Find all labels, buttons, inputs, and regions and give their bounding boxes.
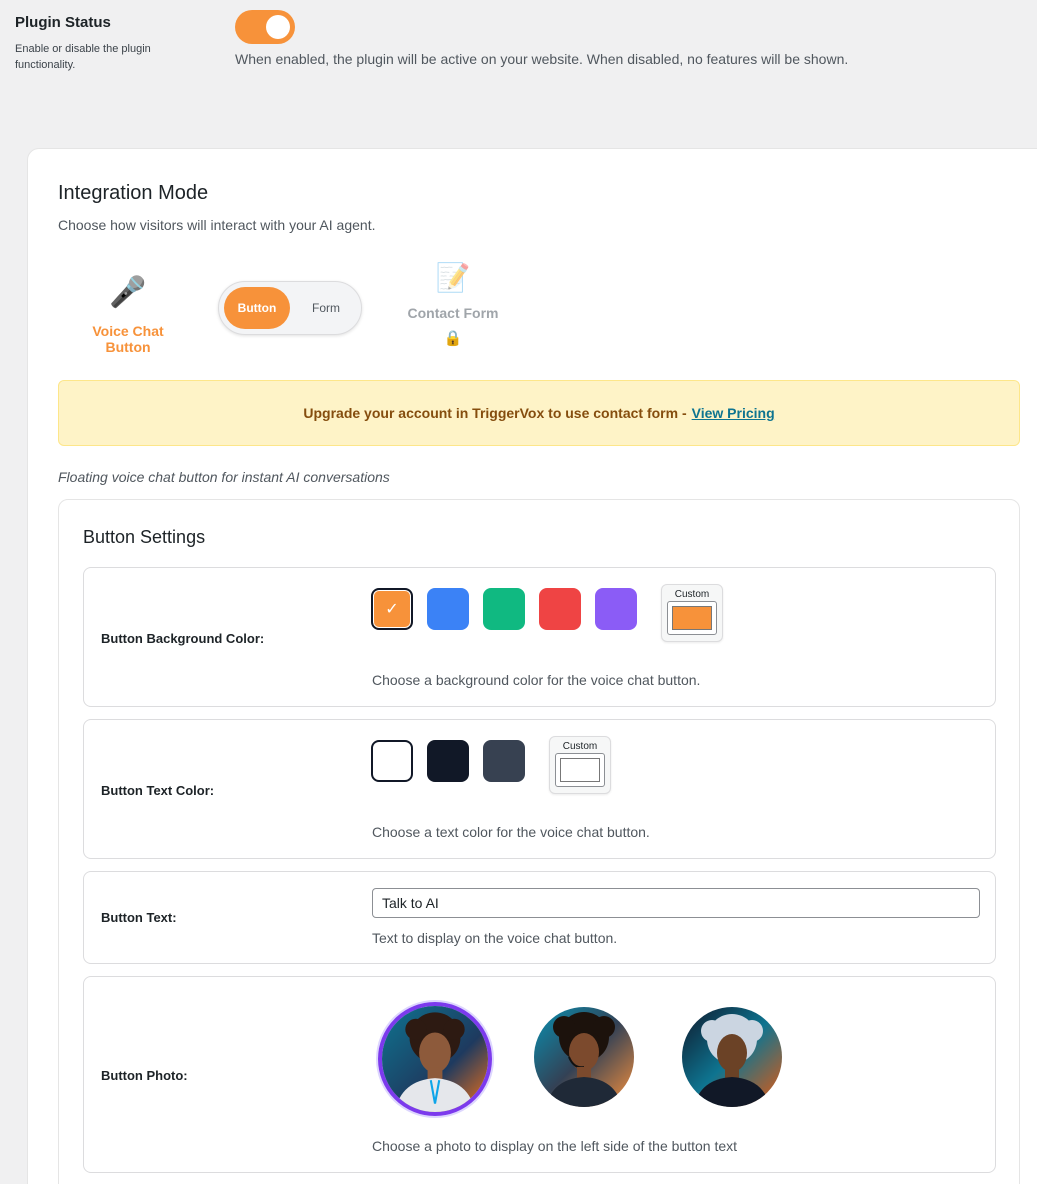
photo-3-image bbox=[682, 1007, 782, 1107]
microphone-icon: 🎤 bbox=[109, 276, 147, 309]
button-photo-label: Button Photo: bbox=[101, 1068, 188, 1083]
voice-chat-label: Voice Chat Button bbox=[92, 323, 164, 355]
color-swatch[interactable] bbox=[595, 588, 637, 630]
button-text-label: Button Text: bbox=[101, 910, 177, 925]
integration-card: Integration Mode Choose how visitors wil… bbox=[27, 148, 1037, 1184]
contact-form-label: Contact Form bbox=[407, 305, 499, 321]
color-swatch[interactable] bbox=[483, 588, 525, 630]
contact-form-option[interactable]: 📝 Contact Form 🔒 bbox=[393, 261, 513, 347]
form-icon: 📝 bbox=[435, 262, 471, 293]
color-swatch[interactable] bbox=[483, 740, 525, 782]
lock-icon: 🔒 bbox=[443, 330, 463, 347]
color-swatch[interactable] bbox=[427, 740, 469, 782]
check-icon: ✓ bbox=[385, 601, 399, 618]
color-swatch[interactable] bbox=[539, 588, 581, 630]
photo-option-3[interactable] bbox=[682, 1007, 782, 1107]
upgrade-text: Upgrade your account in TriggerVox to us… bbox=[303, 405, 687, 421]
photo-1-image bbox=[382, 1006, 488, 1112]
voice-chat-option[interactable]: 🎤 Voice Chat Button bbox=[68, 275, 188, 355]
text-color-help: Choose a text color for the voice chat b… bbox=[372, 824, 650, 840]
floating-description: Floating voice chat button for instant A… bbox=[58, 469, 390, 485]
custom-color-box bbox=[555, 753, 605, 787]
plugin-status-title: Plugin Status bbox=[15, 14, 111, 31]
button-text-help: Text to display on the voice chat button… bbox=[372, 930, 618, 946]
background-custom-picker[interactable]: Custom bbox=[661, 584, 723, 642]
background-color-label: Button Background Color: bbox=[101, 631, 265, 646]
photo-option-2[interactable] bbox=[534, 1007, 634, 1107]
button-text-row: Button Text: Text to display on the voic… bbox=[83, 871, 996, 964]
color-swatch[interactable]: ✓ bbox=[371, 588, 413, 630]
custom-label: Custom bbox=[562, 741, 598, 752]
plugin-status-toggle[interactable] bbox=[235, 10, 295, 44]
button-settings-panel: Button Settings Button Background Color:… bbox=[58, 499, 1020, 1184]
custom-color-box bbox=[667, 601, 717, 635]
button-text-input[interactable] bbox=[372, 888, 980, 918]
custom-color-fill bbox=[560, 758, 600, 782]
button-photo-row: Button Photo: Choose a photo to display … bbox=[83, 976, 996, 1173]
photo-2-image bbox=[534, 1007, 634, 1107]
color-swatch[interactable] bbox=[427, 588, 469, 630]
text-custom-picker[interactable]: Custom bbox=[549, 736, 611, 794]
background-color-help: Choose a background color for the voice … bbox=[372, 672, 701, 688]
mode-button-option[interactable]: Button bbox=[224, 287, 290, 329]
mode-form-option[interactable]: Form bbox=[299, 287, 353, 329]
custom-color-fill bbox=[672, 606, 712, 630]
toggle-knob bbox=[266, 15, 290, 39]
photo-option-1[interactable] bbox=[378, 1002, 492, 1116]
view-pricing-link[interactable]: View Pricing bbox=[692, 405, 775, 421]
text-color-row: Button Text Color: Custom Choose a text … bbox=[83, 719, 996, 859]
color-swatch[interactable] bbox=[371, 740, 413, 782]
upgrade-notice: Upgrade your account in TriggerVox to us… bbox=[58, 380, 1020, 446]
custom-label: Custom bbox=[674, 589, 710, 600]
mode-toggle[interactable]: Button Form bbox=[218, 281, 362, 335]
plugin-status-description: Enable or disable the plugin functionali… bbox=[15, 43, 151, 71]
button-photo-help: Choose a photo to display on the left si… bbox=[372, 1138, 738, 1154]
plugin-status-help: When enabled, the plugin will be active … bbox=[235, 51, 849, 67]
button-settings-title: Button Settings bbox=[83, 527, 206, 547]
integration-mode-description: Choose how visitors will interact with y… bbox=[58, 217, 376, 233]
integration-mode-title: Integration Mode bbox=[58, 182, 209, 204]
background-color-row: Button Background Color: ✓ Custom Choose… bbox=[83, 567, 996, 707]
text-color-label: Button Text Color: bbox=[101, 783, 215, 798]
